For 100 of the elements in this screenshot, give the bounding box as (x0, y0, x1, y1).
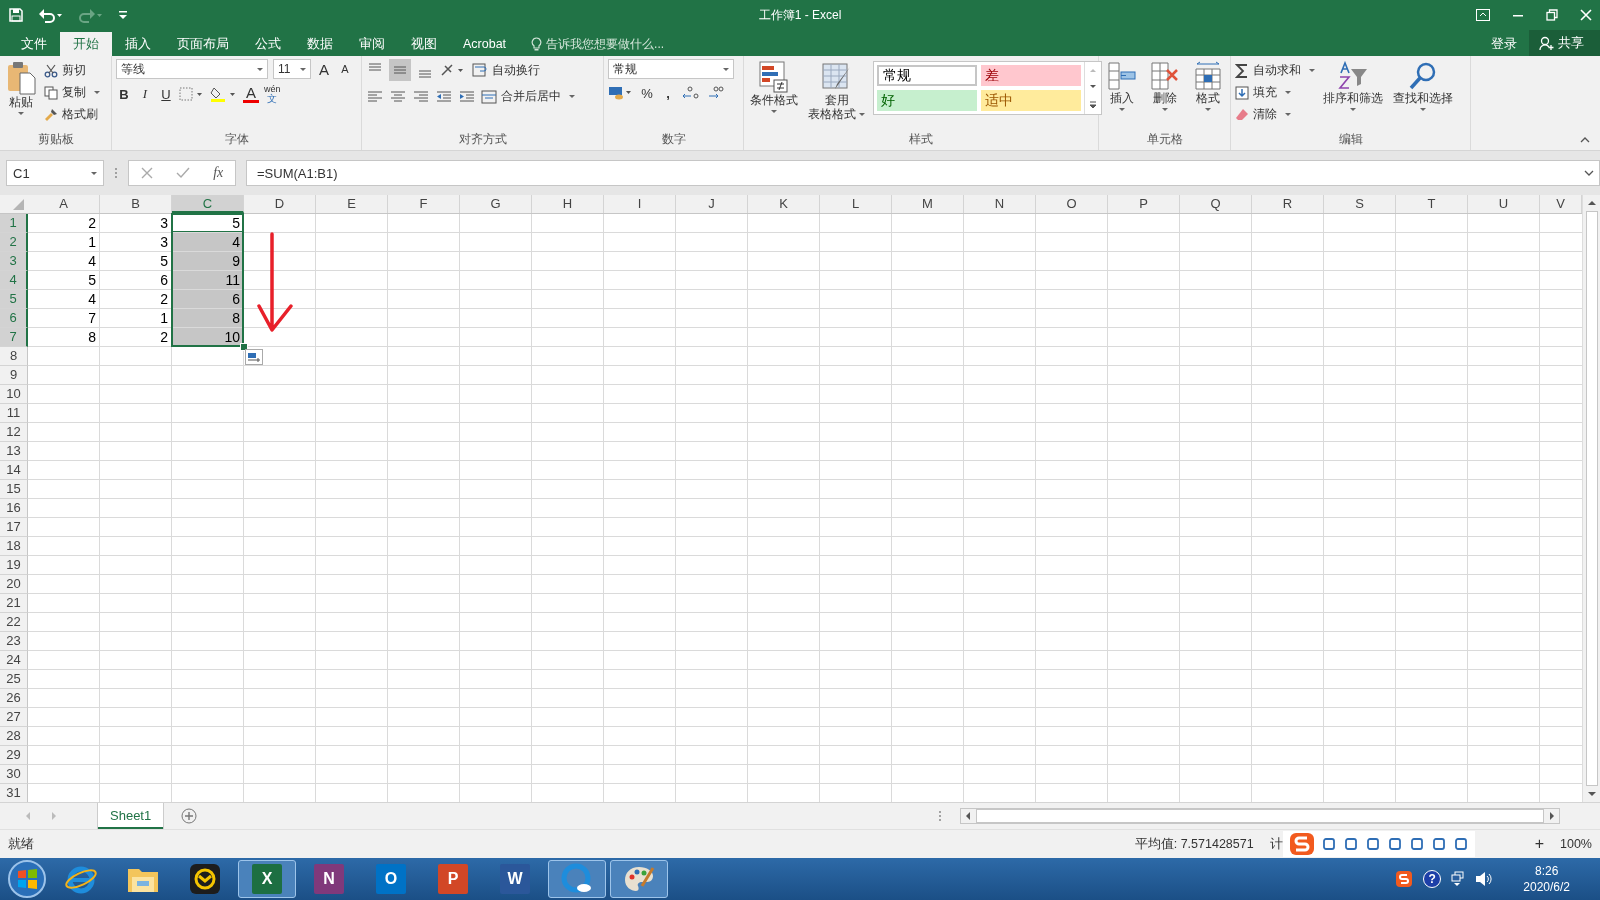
share-button[interactable]: 共享 (1529, 30, 1600, 56)
row-header[interactable]: 27 (0, 708, 28, 727)
font-color-button[interactable]: A (243, 85, 259, 103)
row-header[interactable]: 4 (0, 271, 28, 290)
scroll-right-icon[interactable] (1548, 811, 1556, 821)
comma-button[interactable]: , (660, 85, 676, 101)
autosum-button[interactable]: 自动求和 (1235, 61, 1315, 80)
formula-field[interactable]: =SUM(A1:B1) (246, 160, 1600, 186)
percent-button[interactable]: % (639, 85, 655, 101)
scroll-down-icon[interactable] (1586, 790, 1597, 798)
merge-center-button[interactable]: 合并后居中 (481, 87, 575, 106)
column-header[interactable]: J (676, 195, 748, 213)
find-select-button[interactable]: 查找和选择 (1391, 59, 1455, 113)
column-header[interactable]: Q (1180, 195, 1252, 213)
close-icon[interactable] (1580, 9, 1592, 21)
currency-icon[interactable] (608, 85, 634, 101)
ime-tool-icon[interactable] (1364, 836, 1381, 852)
add-sheet-icon[interactable] (181, 808, 198, 824)
paste-button[interactable]: 粘贴 (4, 59, 38, 117)
column-header[interactable]: R (1252, 195, 1324, 213)
row-header[interactable]: 18 (0, 537, 28, 556)
ime-toolbar[interactable] (1282, 831, 1475, 857)
scroll-thumb[interactable] (1585, 211, 1598, 786)
clock-time[interactable]: 8:26 (1534, 863, 1559, 879)
insert-function-button[interactable]: fx (213, 165, 224, 181)
expand-icon[interactable] (1584, 169, 1594, 177)
column-header[interactable]: T (1396, 195, 1468, 213)
ribbon-display-icon[interactable] (1476, 9, 1490, 21)
cell-style-option[interactable]: 常规 (877, 65, 977, 86)
row-header[interactable]: 15 (0, 480, 28, 499)
clock-date[interactable]: 2020/6/2 (1523, 879, 1570, 895)
taskbar-button[interactable]: W (486, 860, 544, 898)
fill-handle[interactable] (240, 343, 248, 351)
grow-font-button[interactable]: A (316, 60, 332, 78)
shrink-font-button[interactable]: A (337, 63, 353, 75)
ribbon-tab[interactable]: 页面布局 (164, 32, 242, 56)
row-header[interactable]: 5 (0, 290, 28, 309)
sheet-tab[interactable]: Sheet1 (98, 803, 164, 829)
increase-indent-icon[interactable] (458, 88, 476, 105)
decrease-decimal-icon[interactable] (706, 85, 726, 101)
cell-style-option[interactable]: 差 (981, 65, 1081, 86)
row-header[interactable]: 22 (0, 613, 28, 632)
row-header[interactable]: 23 (0, 632, 28, 651)
row-header[interactable]: 21 (0, 594, 28, 613)
row-header[interactable]: 29 (0, 746, 28, 765)
font-size-field[interactable]: 11 (273, 59, 311, 79)
taskbar-button[interactable]: X (238, 860, 296, 898)
cut-button[interactable]: 剪切 (44, 61, 100, 80)
insert-button[interactable]: 插入 (1103, 59, 1140, 113)
zoom-level[interactable]: 100% (1560, 837, 1592, 851)
copy-button[interactable]: 复制 (44, 83, 100, 102)
column-header[interactable]: A (28, 195, 100, 213)
ime-tool-icon[interactable] (1408, 836, 1425, 852)
column-header[interactable]: U (1468, 195, 1540, 213)
save-icon[interactable] (8, 7, 24, 23)
column-header[interactable]: G (460, 195, 532, 213)
ribbon-tab[interactable]: 文件 (8, 32, 60, 56)
help-button[interactable]: ? (1423, 870, 1442, 888)
format-painter-button[interactable]: 格式刷 (44, 105, 100, 124)
clear-button[interactable]: 清除 (1235, 105, 1315, 124)
ime-tool-icon[interactable] (1430, 836, 1447, 852)
column-header[interactable]: O (1036, 195, 1108, 213)
row-header[interactable]: 26 (0, 689, 28, 708)
auto-fill-options-icon[interactable] (245, 349, 263, 365)
column-header[interactable]: E (316, 195, 388, 213)
cell-style-option[interactable]: 适中 (981, 90, 1081, 111)
delete-button[interactable]: 删除 (1146, 59, 1183, 113)
vertical-scrollbar[interactable] (1582, 195, 1600, 802)
column-header[interactable]: I (604, 195, 676, 213)
undo-icon[interactable] (38, 7, 64, 23)
restore-icon[interactable] (1546, 9, 1558, 21)
row-header[interactable]: 19 (0, 556, 28, 575)
ime-logo-icon[interactable] (1395, 870, 1414, 888)
column-header[interactable]: H (532, 195, 604, 213)
ribbon-tab[interactable]: 插入 (112, 32, 164, 56)
ribbon-tab[interactable]: 开始 (60, 32, 112, 56)
start-button[interactable] (6, 859, 48, 899)
ribbon-tab[interactable]: 数据 (294, 32, 346, 56)
row-header[interactable]: 8 (0, 347, 28, 366)
collapse-ribbon-icon[interactable] (1580, 136, 1590, 144)
row-header[interactable]: 24 (0, 651, 28, 670)
ime-tool-icon[interactable] (1452, 836, 1469, 852)
row-header[interactable]: 28 (0, 727, 28, 746)
ime-tool-icon[interactable] (1320, 836, 1337, 852)
row-header[interactable]: 11 (0, 404, 28, 423)
cell-style-option[interactable]: 好 (877, 90, 977, 111)
row-header[interactable]: 7 (0, 328, 28, 347)
column-header[interactable]: C (172, 195, 244, 213)
format-button[interactable]: 格式 (1189, 59, 1226, 113)
ime-tool-icon[interactable] (1386, 836, 1403, 852)
ribbon-tab[interactable]: 公式 (242, 32, 294, 56)
ribbon-tab[interactable]: 审阅 (346, 32, 398, 56)
conditional-formatting-button[interactable]: 条件格式 (748, 59, 800, 115)
taskbar-button[interactable]: N (300, 860, 358, 898)
number-format-field[interactable]: 常规 (608, 59, 734, 79)
row-header[interactable]: 1 (0, 214, 28, 233)
phonetic-button[interactable]: wén 文 (264, 85, 281, 103)
ime-tool-icon[interactable] (1342, 836, 1359, 852)
row-header[interactable]: 25 (0, 670, 28, 689)
border-icon[interactable] (179, 87, 205, 101)
